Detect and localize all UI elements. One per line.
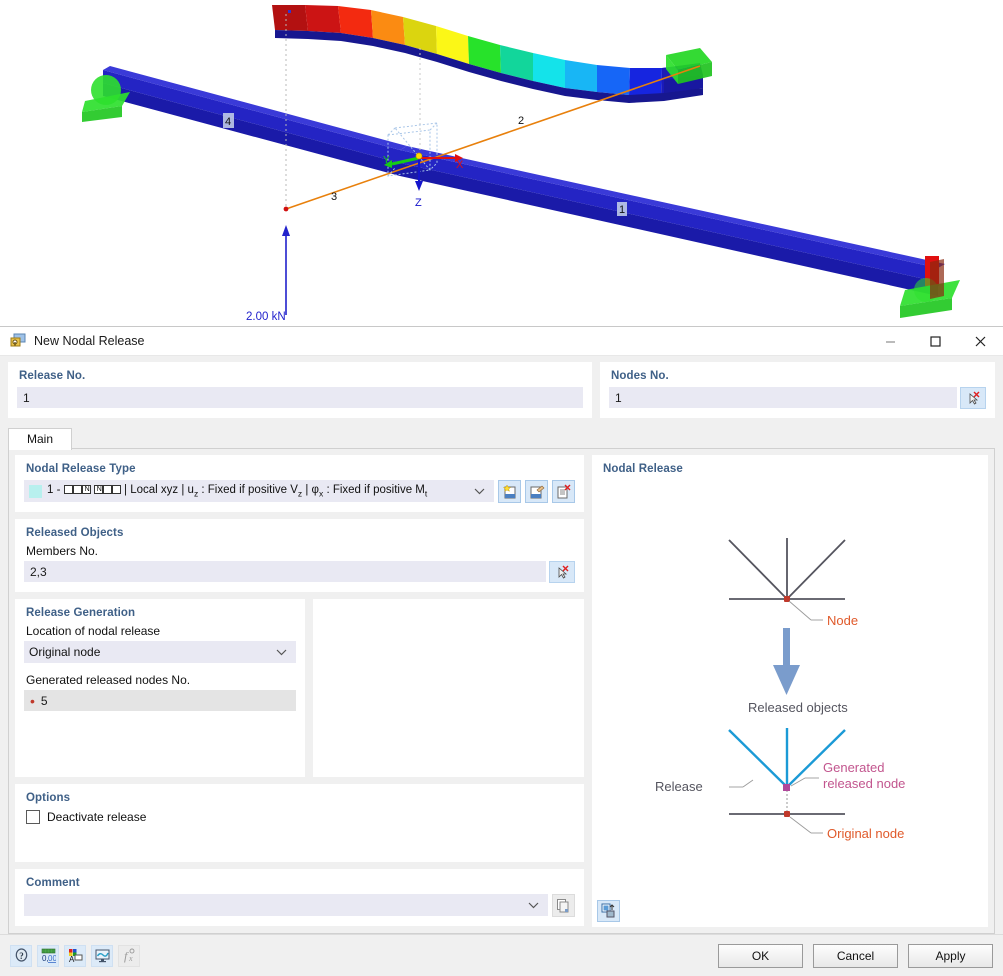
options-group: Options Deactivate release — [15, 784, 584, 862]
preview-release-label: Release — [655, 779, 703, 794]
select-node-icon[interactable] — [960, 387, 986, 409]
units-number-icon[interactable]: 0, 00 — [37, 944, 59, 967]
load-value-label: 2.00 kN — [246, 311, 286, 323]
released-objects-group: Released Objects Members No. 2,3 — [15, 519, 584, 592]
ok-button[interactable]: OK — [718, 943, 803, 968]
svg-text:Y: Y — [383, 155, 390, 166]
preview-generated-node-label-line1: Generated — [823, 760, 884, 775]
release-box-6 — [111, 484, 121, 494]
nodes-no-title: Nodes No. — [611, 370, 669, 382]
generated-released-nodes-label: Generated released nodes No. — [26, 673, 191, 687]
release-no-title: Release No. — [19, 370, 86, 382]
release-box-1 — [63, 484, 73, 494]
nodal-release-preview-group: Nodal Release Node Released objects Rele… — [592, 455, 988, 927]
select-member-icon[interactable] — [549, 561, 575, 583]
release-type-color-swatch — [29, 484, 42, 498]
maximize-button[interactable] — [913, 327, 958, 356]
deactivate-release-row[interactable]: Deactivate release — [26, 810, 575, 824]
release-box-5 — [102, 484, 112, 494]
nodes-no-group: Nodes No. 1 — [600, 362, 995, 418]
nodal-release-type-title: Nodal Release Type — [26, 463, 136, 475]
preview-diagram: Node Released objects Release Generated … — [601, 480, 979, 918]
members-no-input[interactable]: 2,3 — [24, 561, 546, 582]
svg-text:A: A — [69, 955, 75, 963]
close-button[interactable] — [958, 327, 1003, 356]
svg-text:Z: Z — [415, 197, 422, 209]
color-palette-icon[interactable]: A — [64, 944, 86, 967]
generated-released-nodes-input: • 5 — [24, 690, 296, 711]
preview-node-label: Node — [827, 613, 858, 628]
release-type-prefix: 1 - — [47, 483, 64, 496]
minimize-button[interactable] — [868, 327, 913, 356]
nodal-release-type-group: Nodal Release Type 1 - | Local xyz | uz … — [15, 455, 584, 512]
released-objects-title: Released Objects — [26, 527, 124, 539]
location-value: Original node — [29, 645, 101, 659]
release-box-3 — [81, 484, 92, 495]
svg-text:?: ? — [19, 951, 24, 961]
preview-released-objects-label: Released objects — [748, 700, 848, 715]
svg-text:X: X — [456, 159, 464, 171]
member-label-4: 4 — [225, 116, 231, 128]
deactivate-release-label: Deactivate release — [47, 810, 147, 824]
release-box-4 — [93, 484, 104, 495]
chevron-down-icon — [528, 898, 543, 912]
preview-original-node-label: Original node — [827, 826, 904, 841]
nodes-no-input[interactable]: 1 — [609, 387, 957, 408]
svg-text:x: x — [128, 954, 133, 963]
generated-node-marker — [783, 784, 790, 791]
release-no-input[interactable]: 1 — [17, 387, 583, 408]
options-title: Options — [26, 792, 71, 804]
copy-comment-icon[interactable] — [552, 894, 575, 917]
location-of-nodal-release-select[interactable]: Original node — [24, 641, 296, 663]
expand-preview-icon[interactable] — [597, 900, 620, 922]
comment-title: Comment — [26, 877, 80, 889]
monitor-icon[interactable] — [91, 944, 113, 967]
release-box-2 — [72, 484, 82, 494]
preview-title: Nodal Release — [603, 463, 683, 475]
generated-released-nodes-value: 5 — [40, 693, 48, 708]
tabstrip: Main — [8, 426, 995, 450]
dialog-title: New Nodal Release — [34, 334, 145, 348]
chevron-down-icon — [276, 645, 291, 659]
svg-text:00: 00 — [48, 954, 56, 963]
new-document-icon[interactable] — [498, 480, 521, 503]
release-type-suffix: | Local xyz | uz : Fixed if positive Vz … — [124, 483, 428, 499]
cancel-button[interactable]: Cancel — [813, 943, 898, 968]
release-generation-spare-panel — [313, 599, 584, 777]
tab-main[interactable]: Main — [8, 428, 73, 450]
apply-button[interactable]: Apply — [908, 943, 993, 968]
member-label-3: 3 — [331, 191, 337, 203]
transition-arrow — [773, 628, 800, 695]
edit-document-icon[interactable] — [525, 480, 548, 503]
member-label-1: 1 — [619, 204, 625, 216]
dialog-titlebar[interactable]: New Nodal Release — [0, 327, 1003, 356]
function-icon: f x — [118, 944, 140, 967]
delete-document-icon[interactable] — [552, 480, 575, 503]
member-label-2: 2 — [518, 115, 524, 127]
deactivate-release-checkbox[interactable] — [26, 810, 40, 824]
release-generation-group: Release Generation Location of nodal rel… — [15, 599, 305, 777]
release-generation-title: Release Generation — [26, 607, 136, 619]
dialog-footer: ? 0, 00 A f x OK Cancel Apply — [0, 934, 1003, 976]
comment-group: Comment — [15, 869, 584, 926]
location-of-nodal-release-label: Location of nodal release — [26, 624, 161, 638]
comment-input[interactable] — [24, 894, 548, 916]
main-tab-panel: Nodal Release Type 1 - | Local xyz | uz … — [8, 449, 995, 934]
nodal-release-icon — [10, 333, 26, 349]
release-no-group: Release No. 1 — [8, 362, 592, 418]
model-3d-viewport[interactable]: X Y Z 2.00 kN 1 2 3 4 — [0, 0, 1003, 326]
chevron-down-icon — [474, 484, 489, 498]
preview-generated-node-label-line2: released node — [823, 776, 905, 791]
members-no-label: Members No. — [26, 544, 99, 558]
question-mark-icon[interactable]: ? — [10, 944, 32, 967]
nodal-release-type-select[interactable]: 1 - | Local xyz | uz : Fixed if positive… — [24, 480, 494, 502]
new-nodal-release-dialog: New Nodal Release Release No. 1 Nodes No… — [0, 326, 1003, 976]
original-node-marker — [784, 811, 790, 817]
